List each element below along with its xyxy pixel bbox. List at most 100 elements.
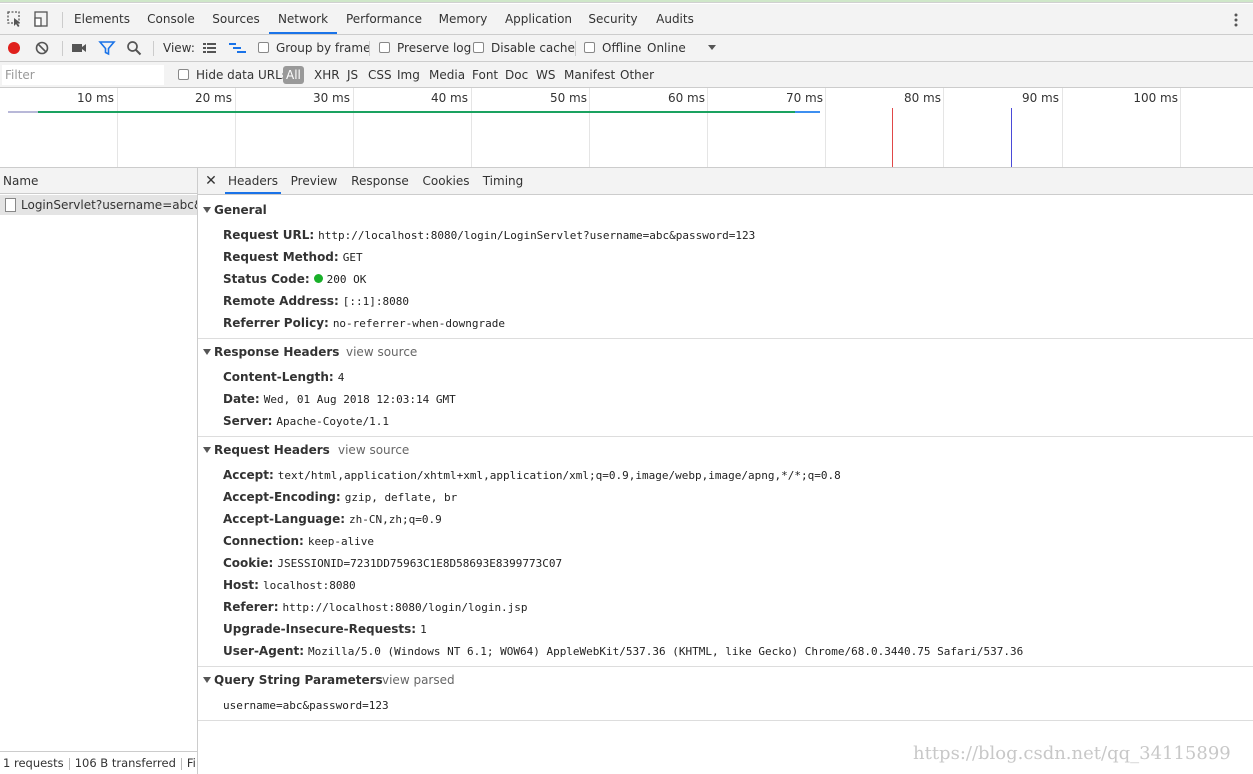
tab-audits[interactable]: Audits	[651, 4, 699, 34]
disable-cache-checkbox[interactable]	[473, 42, 484, 53]
tab-cookies[interactable]: Cookies	[418, 168, 474, 194]
section-divider	[198, 666, 1253, 667]
query-string-section-toggle[interactable]: Query String Parameters	[203, 670, 383, 690]
clear-icon[interactable]	[33, 39, 51, 57]
filter-type-doc[interactable]: Doc	[505, 62, 528, 88]
preserve-log-label: Preserve log	[397, 41, 472, 55]
view-label: View:	[163, 41, 195, 55]
timeline-overview[interactable]: 10 ms 20 ms 30 ms 40 ms 50 ms 60 ms 70 m…	[0, 88, 1253, 168]
document-icon	[5, 198, 16, 212]
tab-timing[interactable]: Timing	[480, 168, 526, 194]
tab-response[interactable]: Response	[348, 168, 412, 194]
grid-line	[353, 88, 354, 167]
header-row: User-Agent: Mozilla/5.0 (Windows NT 6.1; …	[223, 644, 1024, 658]
general-section-toggle[interactable]: General	[203, 200, 267, 220]
section-divider	[198, 720, 1253, 721]
tab-application[interactable]: Application	[501, 4, 576, 34]
tab-headers[interactable]: Headers	[225, 168, 281, 194]
header-row: Accept: text/html,application/xhtml+xml,a…	[223, 468, 841, 482]
hide-data-urls-label: Hide data URLs	[196, 68, 289, 82]
chevron-down-icon[interactable]	[704, 39, 722, 57]
view-source-link[interactable]: view source	[346, 342, 417, 362]
grid-line	[471, 88, 472, 167]
tab-security[interactable]: Security	[584, 4, 642, 34]
group-by-frame-checkbox[interactable]	[258, 42, 269, 53]
tick-label: 60 ms	[667, 91, 705, 105]
request-name: LoginServlet?username=abc&...	[21, 198, 197, 212]
grid-line	[117, 88, 118, 167]
view-source-link[interactable]: view source	[338, 440, 409, 460]
search-icon[interactable]	[125, 39, 143, 57]
tab-console[interactable]: Console	[141, 4, 201, 34]
response-headers-section-toggle[interactable]: Response Headers	[203, 342, 339, 362]
grid-line	[235, 88, 236, 167]
load-event-marker	[892, 108, 893, 167]
tick-label: 10 ms	[76, 91, 114, 105]
filter-type-all[interactable]: All	[283, 66, 304, 84]
header-row: Referrer Policy: no-referrer-when-downgra…	[223, 316, 505, 330]
more-options-icon[interactable]	[1228, 11, 1244, 29]
tab-network[interactable]: Network	[269, 4, 337, 34]
header-row: Upgrade-Insecure-Requests: 1	[223, 622, 427, 636]
tick-label: 20 ms	[194, 91, 232, 105]
filter-type-font[interactable]: Font	[472, 62, 498, 88]
section-divider	[198, 436, 1253, 437]
filter-type-manifest[interactable]: Manifest	[564, 62, 615, 88]
capture-screenshots-icon[interactable]	[70, 39, 88, 57]
request-row[interactable]: LoginServlet?username=abc&...	[0, 195, 197, 215]
inspect-element-icon[interactable]	[5, 9, 25, 29]
finish-time: Fi...	[186, 756, 197, 770]
header-row: Date: Wed, 01 Aug 2018 12:03:14 GMT	[223, 392, 456, 406]
tick-label: 90 ms	[1021, 91, 1059, 105]
tick-label: 100 ms	[1133, 91, 1178, 105]
tab-performance[interactable]: Performance	[343, 4, 425, 34]
large-rows-icon[interactable]	[201, 39, 219, 57]
header-row: Request URL: http://localhost:8080/login/…	[223, 228, 756, 242]
preserve-log-checkbox[interactable]	[379, 42, 390, 53]
tab-sources[interactable]: Sources	[207, 4, 265, 34]
record-icon[interactable]	[5, 39, 23, 57]
filter-icon[interactable]	[98, 39, 116, 57]
filter-type-img[interactable]: Img	[397, 62, 420, 88]
throttling-select[interactable]: Online	[647, 35, 686, 62]
header-row: Content-Length: 4	[223, 370, 345, 384]
header-row: Host: localhost:8080	[223, 578, 356, 592]
header-row: Request Method: GET	[223, 250, 363, 264]
device-toolbar-icon[interactable]	[31, 9, 51, 29]
filter-type-other[interactable]: Other	[620, 62, 654, 88]
grid-line	[1062, 88, 1063, 167]
tick-label: 80 ms	[903, 91, 941, 105]
dom-content-loaded-marker	[1011, 108, 1012, 167]
filter-bar: Hide data URLs All XHR JS CSS Img Media …	[0, 62, 1253, 88]
queue-bar	[8, 111, 38, 113]
close-icon[interactable]: ✕	[204, 173, 218, 189]
waterfall-overview-icon[interactable]	[228, 39, 246, 57]
tab-memory[interactable]: Memory	[433, 4, 493, 34]
view-parsed-link[interactable]: view parsed	[382, 670, 455, 690]
grid-line	[1180, 88, 1181, 167]
hide-data-urls-checkbox[interactable]	[178, 69, 189, 80]
triangle-down-icon	[203, 206, 211, 213]
filter-type-media[interactable]: Media	[429, 62, 465, 88]
filter-type-js[interactable]: JS	[347, 62, 358, 88]
tab-preview[interactable]: Preview	[288, 168, 340, 194]
request-headers-section-toggle[interactable]: Request Headers	[203, 440, 330, 460]
disable-cache-label: Disable cache	[491, 41, 575, 55]
status-divider	[180, 757, 182, 770]
filter-type-xhr[interactable]: XHR	[314, 62, 340, 88]
offline-checkbox[interactable]	[584, 42, 595, 53]
grid-line	[707, 88, 708, 167]
status-ok-icon	[313, 274, 323, 283]
summary-status-bar: 1 requests 106 B transferred Fi...	[0, 751, 197, 774]
status-divider	[68, 757, 70, 770]
tab-elements[interactable]: Elements	[70, 4, 134, 34]
request-list: Name LoginServlet?username=abc&... 1 req…	[0, 168, 198, 774]
header-row: Accept-Language: zh-CN,zh;q=0.9	[223, 512, 442, 526]
grid-line	[825, 88, 826, 167]
tick-label: 70 ms	[785, 91, 823, 105]
group-by-frame-label: Group by frame	[276, 41, 371, 55]
name-column-header[interactable]: Name	[0, 168, 197, 194]
filter-input[interactable]	[2, 65, 164, 85]
filter-type-css[interactable]: CSS	[368, 62, 392, 88]
filter-type-ws[interactable]: WS	[536, 62, 555, 88]
